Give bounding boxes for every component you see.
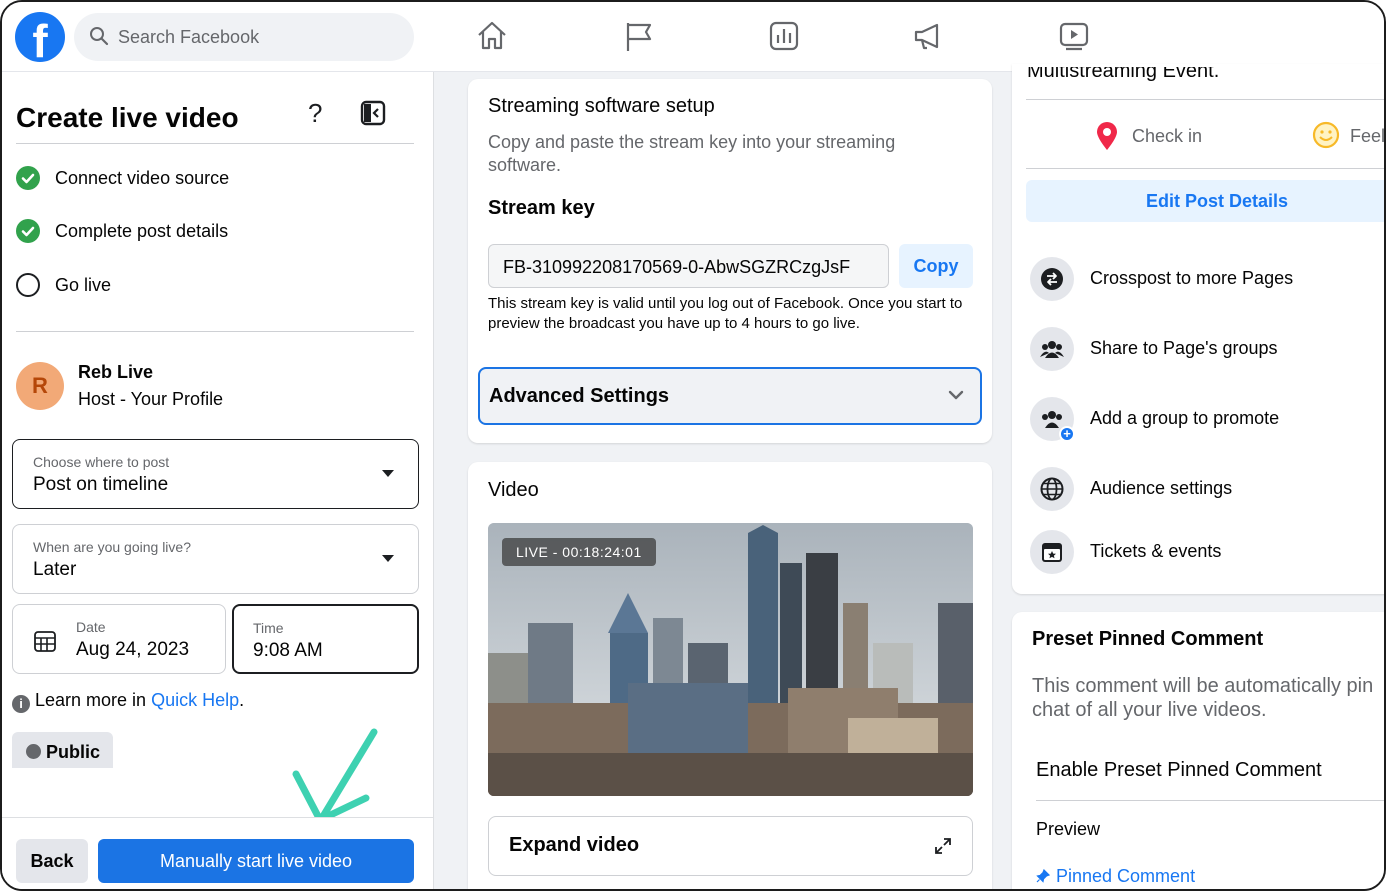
enable-pinned-comment-label[interactable]: Enable Preset Pinned Comment <box>1036 759 1322 782</box>
copy-stream-key-button[interactable]: Copy <box>899 244 973 288</box>
stream-key-note: This stream key is valid until you log o… <box>488 295 963 332</box>
crosspost-icon <box>1030 257 1074 301</box>
app-frame: f Create live video ? <box>0 0 1386 891</box>
divider <box>1026 99 1384 100</box>
streaming-setup-title: Streaming software setup <box>488 95 715 117</box>
empty-circle-icon <box>16 273 40 297</box>
audience-label: Public <box>46 742 101 762</box>
preview-label: Preview <box>1036 819 1101 839</box>
video-play-icon[interactable] <box>1057 19 1091 53</box>
pinned-comment-link-label: Pinned Comment <box>1056 866 1196 886</box>
annotation-arrow-icon <box>292 728 378 824</box>
calendar-icon <box>34 631 56 652</box>
top-navigation-bar: f <box>2 2 1384 72</box>
option-label: Crosspost to more Pages <box>1090 268 1294 288</box>
dropdown-caption: When are you going live? <box>33 539 191 555</box>
streaming-setup-card: Streaming software setup Copy and paste … <box>468 79 992 443</box>
dropdown-value: Post on timeline <box>33 474 169 495</box>
host-role: Host - Your Profile <box>78 389 224 409</box>
step-label: Connect video source <box>55 168 230 188</box>
streaming-setup-description: Copy and paste the stream key into your … <box>488 132 896 175</box>
check-circle-icon <box>16 219 40 243</box>
page-title: Create live video <box>16 102 239 133</box>
pinned-comment-description: This comment will be automatically pin c… <box>1032 675 1374 721</box>
step-label: Go live <box>55 275 112 295</box>
search-input[interactable] <box>118 21 398 53</box>
info-icon: i <box>12 695 30 713</box>
video-card: Video LIVE - 00:18:24:01 Expand video <box>468 462 992 889</box>
collapse-panel-icon[interactable] <box>360 100 386 126</box>
edit-post-details-button[interactable]: Edit Post Details <box>1026 180 1384 222</box>
check-circle-icon <box>16 166 40 190</box>
divider <box>16 143 414 144</box>
date-value: Aug 24, 2023 <box>76 639 190 660</box>
ticket-icon <box>1030 530 1074 574</box>
add-group-icon: + <box>1030 397 1075 442</box>
date-caption: Date <box>76 619 106 635</box>
create-live-sidebar: Create live video ? Connect video source… <box>2 72 434 889</box>
expand-video-button[interactable]: Expand video <box>488 816 973 876</box>
avatar: R <box>16 362 64 410</box>
facebook-logo-icon[interactable]: f <box>15 12 65 62</box>
learn-prefix: Learn more in <box>35 690 152 710</box>
back-button[interactable]: Back <box>16 839 88 883</box>
time-value: 9:08 AM <box>253 640 323 661</box>
step-label: Complete post details <box>55 221 229 241</box>
groups-icon <box>1030 327 1074 371</box>
divider <box>1036 800 1384 801</box>
pages-flag-icon[interactable] <box>622 19 656 53</box>
home-icon[interactable] <box>475 19 509 53</box>
multistreaming-text: Multistreaming Event. <box>1027 60 1220 82</box>
chevron-down-icon <box>948 390 964 400</box>
post-destination-dropdown[interactable]: Choose where to post Post on timeline <box>12 439 419 509</box>
expand-video-label: Expand video <box>509 834 640 856</box>
video-preview[interactable]: LIVE - 00:18:24:01 <box>488 523 973 796</box>
learn-suffix: . <box>239 690 245 710</box>
stream-key-field[interactable]: FB-310992208170569-0-AbwSGZRCzgJsF <box>488 244 889 288</box>
live-timer-badge: LIVE - 00:18:24:01 <box>502 538 656 566</box>
pinned-comment-title: Preset Pinned Comment <box>1032 628 1264 650</box>
caret-down-icon <box>382 555 394 562</box>
globe-icon <box>26 744 41 759</box>
date-field[interactable]: Date Aug 24, 2023 <box>12 604 226 674</box>
video-title: Video <box>488 479 539 501</box>
option-label: Add a group to promote <box>1090 408 1280 428</box>
pinned-comment-link[interactable]: Pinned Comment <box>1036 866 1195 887</box>
stream-key-label: Stream key <box>488 197 595 219</box>
help-icon[interactable]: ? <box>308 98 322 129</box>
option-label: Share to Page's groups <box>1090 338 1278 358</box>
host-name: Reb Live <box>78 362 154 382</box>
option-label: Tickets & events <box>1090 541 1222 561</box>
dropdown-value: Later <box>33 559 77 580</box>
go-live-timing-dropdown[interactable]: When are you going live? Later <box>12 524 419 594</box>
learn-more-text: i Learn more in Quick Help. <box>12 690 244 713</box>
plus-badge-icon: + <box>1059 426 1075 442</box>
advanced-settings-label: Advanced Settings <box>489 385 670 407</box>
insights-icon[interactable] <box>767 19 801 53</box>
action-bar: Back Manually start live video <box>2 817 433 889</box>
start-live-video-button[interactable]: Manually start live video <box>98 839 414 883</box>
expand-icon <box>935 838 951 854</box>
feeling-label: Feel <box>1350 126 1386 146</box>
dropdown-caption: Choose where to post <box>33 454 170 470</box>
post-options-card: Multistreaming Event. Check in Feel Edit… <box>1012 64 1386 594</box>
time-caption: Time <box>253 620 284 636</box>
divider <box>16 331 414 332</box>
caret-down-icon <box>382 470 394 477</box>
option-label: Audience settings <box>1090 478 1233 498</box>
divider <box>1026 168 1384 169</box>
search-box[interactable] <box>74 13 414 61</box>
pin-icon <box>1036 868 1051 883</box>
ads-megaphone-icon[interactable] <box>911 19 945 53</box>
quick-help-link[interactable]: Quick Help <box>151 690 239 710</box>
search-icon <box>90 27 109 46</box>
audience-public-button[interactable]: Public <box>12 732 113 768</box>
location-pin-icon <box>1097 122 1117 150</box>
time-field[interactable]: Time 9:08 AM <box>232 604 419 674</box>
check-in-label: Check in <box>1132 126 1203 146</box>
pinned-comment-card: Preset Pinned Comment This comment will … <box>1012 612 1384 889</box>
globe-icon <box>1030 467 1074 511</box>
smiley-icon <box>1312 121 1340 149</box>
advanced-settings-dropdown[interactable]: Advanced Settings <box>478 367 982 425</box>
